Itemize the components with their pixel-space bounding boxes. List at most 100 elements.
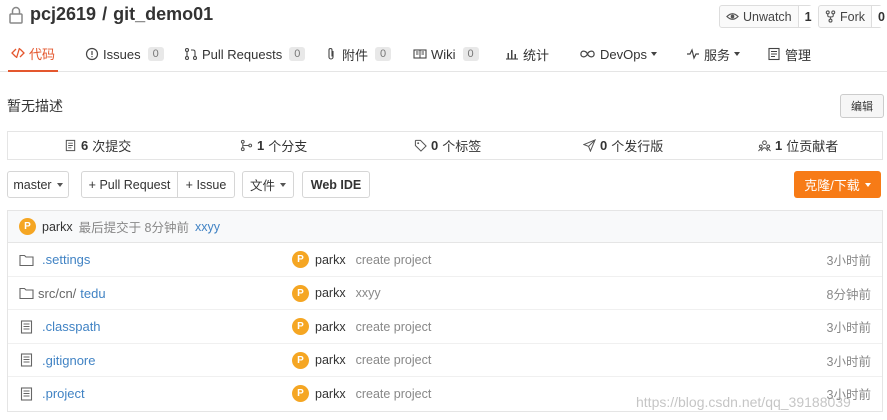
stat-branches[interactable]: 1 个分支 bbox=[240, 132, 307, 159]
fork-label: Fork bbox=[840, 9, 865, 24]
chevron-down-icon bbox=[650, 52, 657, 56]
tab-issues[interactable]: Issues 0 bbox=[85, 36, 164, 72]
tab-wiki-count: 0 bbox=[462, 47, 479, 61]
tab-devops[interactable]: DevOps bbox=[579, 36, 657, 72]
file-row: .gitignore P parkx create project 3小时前 bbox=[8, 344, 882, 377]
file-name: tedu bbox=[80, 285, 106, 301]
stat-tags-label: 个标签 bbox=[442, 139, 482, 154]
file-name-link[interactable]: .classpath bbox=[19, 310, 101, 343]
repo-tabs: 代码 Issues 0 Pull Requests 0 附件 0 Wiki 0 … bbox=[0, 36, 887, 72]
file-name: .gitignore bbox=[42, 352, 96, 368]
tab-attachments-count: 0 bbox=[375, 47, 392, 61]
tab-pull-requests[interactable]: Pull Requests 0 bbox=[184, 36, 306, 72]
files-dropdown-label: 文件 bbox=[249, 179, 275, 193]
tab-attachments[interactable]: 附件 0 bbox=[324, 36, 392, 72]
tab-wiki[interactable]: Wiki 0 bbox=[413, 36, 479, 72]
paper-plane-icon bbox=[583, 139, 596, 152]
contributors-icon bbox=[758, 140, 771, 152]
fork-count[interactable]: 0 bbox=[872, 6, 887, 27]
avatar[interactable]: P bbox=[292, 318, 309, 335]
chevron-down-icon bbox=[734, 52, 741, 56]
file-icon bbox=[20, 319, 33, 334]
file-row: .settings P parkx create project 3小时前 bbox=[8, 243, 882, 277]
file-name-link[interactable]: .project bbox=[19, 377, 85, 410]
file-icon bbox=[20, 386, 33, 401]
stat-contributors[interactable]: 1 位贡献者 bbox=[758, 132, 838, 159]
last-commit-author[interactable]: parkx bbox=[42, 220, 73, 234]
tab-issues-count: 0 bbox=[147, 47, 164, 61]
file-commit-time: 3小时前 bbox=[826, 321, 871, 335]
file-row: .classpath P parkx create project 3小时前 bbox=[8, 310, 882, 344]
repo-header: pcj2619 / git_demo01 Unwatch 1 Fork 0 bbox=[0, 0, 887, 32]
new-pull-request-button[interactable]: + Pull Request bbox=[82, 172, 178, 197]
last-commit-time: 最后提交于 8分钟前 bbox=[78, 221, 190, 235]
file-name: .classpath bbox=[42, 319, 101, 334]
branch-select[interactable]: master bbox=[7, 171, 69, 198]
avatar[interactable]: P bbox=[292, 284, 309, 302]
tab-settings-label: 管理 bbox=[785, 47, 812, 63]
pull-request-icon bbox=[184, 47, 198, 61]
file-row: src/cn/ tedu P parkx xxyy 8分钟前 bbox=[8, 277, 882, 310]
settings-doc-icon bbox=[768, 47, 780, 61]
file-commit-message[interactable]: create project bbox=[356, 320, 432, 334]
watermark-text: https://blog.csdn.net/qq_39188039 bbox=[636, 394, 851, 410]
stat-releases-label: 个发行版 bbox=[611, 139, 664, 154]
issue-icon bbox=[85, 47, 99, 61]
stat-commits[interactable]: 6 次提交 bbox=[64, 132, 131, 159]
tab-services[interactable]: 服务 bbox=[686, 36, 741, 72]
file-name-link[interactable]: .settings bbox=[19, 243, 90, 276]
file-name-link[interactable]: src/cn/ tedu bbox=[19, 277, 106, 310]
file-name-link[interactable]: .gitignore bbox=[19, 344, 95, 377]
file-last-commit: P parkx xxyy bbox=[292, 277, 381, 310]
file-last-commit: P parkx create project bbox=[292, 377, 431, 410]
tab-wiki-label: Wiki bbox=[431, 46, 456, 62]
stat-contributors-label: 位贡献者 bbox=[786, 139, 839, 154]
tab-issues-label: Issues bbox=[103, 46, 141, 62]
repo-title: pcj2619 / git_demo01 bbox=[8, 4, 213, 25]
stat-tags[interactable]: 0 个标签 bbox=[414, 132, 481, 159]
file-commit-author[interactable]: parkx bbox=[315, 320, 346, 334]
avatar[interactable]: P bbox=[292, 385, 309, 402]
file-commit-time: 8分钟前 bbox=[826, 287, 871, 302]
file-commit-message[interactable]: create project bbox=[356, 387, 432, 401]
tab-stats[interactable]: 统计 bbox=[505, 36, 549, 72]
fork-button[interactable]: Fork bbox=[819, 6, 872, 27]
files-dropdown[interactable]: 文件 bbox=[242, 171, 294, 198]
stat-commits-count: 6 bbox=[81, 138, 89, 153]
file-commit-author[interactable]: parkx bbox=[315, 353, 346, 367]
file-commit-message[interactable]: create project bbox=[356, 353, 432, 367]
file-commit-author[interactable]: parkx bbox=[315, 387, 346, 401]
new-issue-button[interactable]: + Issue bbox=[178, 172, 234, 197]
branch-icon bbox=[240, 139, 253, 152]
last-commit-message[interactable]: xxyy bbox=[195, 220, 220, 234]
avatar[interactable]: P bbox=[292, 351, 309, 369]
web-ide-button[interactable]: Web IDE bbox=[302, 171, 370, 198]
commit-doc-icon bbox=[65, 139, 76, 152]
file-commit-time: 3小时前 bbox=[826, 354, 871, 369]
watch-count[interactable]: 1 bbox=[798, 6, 818, 27]
tab-code-label: 代码 bbox=[29, 46, 56, 62]
clone-download-button[interactable]: 克隆/下载 bbox=[794, 171, 881, 198]
code-icon bbox=[11, 47, 25, 59]
watch-button[interactable]: Unwatch bbox=[720, 6, 799, 27]
tab-settings[interactable]: 管理 bbox=[767, 36, 811, 72]
tab-attachments-label: 附件 bbox=[342, 47, 369, 63]
tab-code[interactable]: 代码 bbox=[8, 36, 59, 72]
file-commit-message[interactable]: create project bbox=[356, 253, 432, 267]
repo-owner-link[interactable]: pcj2619 bbox=[30, 4, 96, 25]
tab-pull-requests-label: Pull Requests bbox=[202, 46, 283, 62]
new-pr-issue-group: + Pull Request + Issue bbox=[81, 171, 235, 198]
clone-download-label: 克隆/下载 bbox=[804, 178, 860, 193]
file-commit-message[interactable]: xxyy bbox=[356, 286, 381, 300]
file-last-commit: P parkx create project bbox=[292, 344, 431, 377]
avatar[interactable]: P bbox=[292, 251, 309, 268]
file-name: .settings bbox=[42, 252, 91, 267]
stat-releases[interactable]: 0 个发行版 bbox=[583, 132, 663, 159]
pulse-icon bbox=[687, 48, 699, 60]
last-commit-bar: P parkx 最后提交于 8分钟前 xxyy bbox=[8, 211, 882, 243]
avatar[interactable]: P bbox=[19, 218, 36, 235]
repo-name-link[interactable]: git_demo01 bbox=[113, 4, 213, 25]
file-commit-author[interactable]: parkx bbox=[315, 253, 346, 267]
edit-description-button[interactable]: 编辑 bbox=[840, 94, 884, 118]
file-commit-author[interactable]: parkx bbox=[315, 286, 346, 300]
